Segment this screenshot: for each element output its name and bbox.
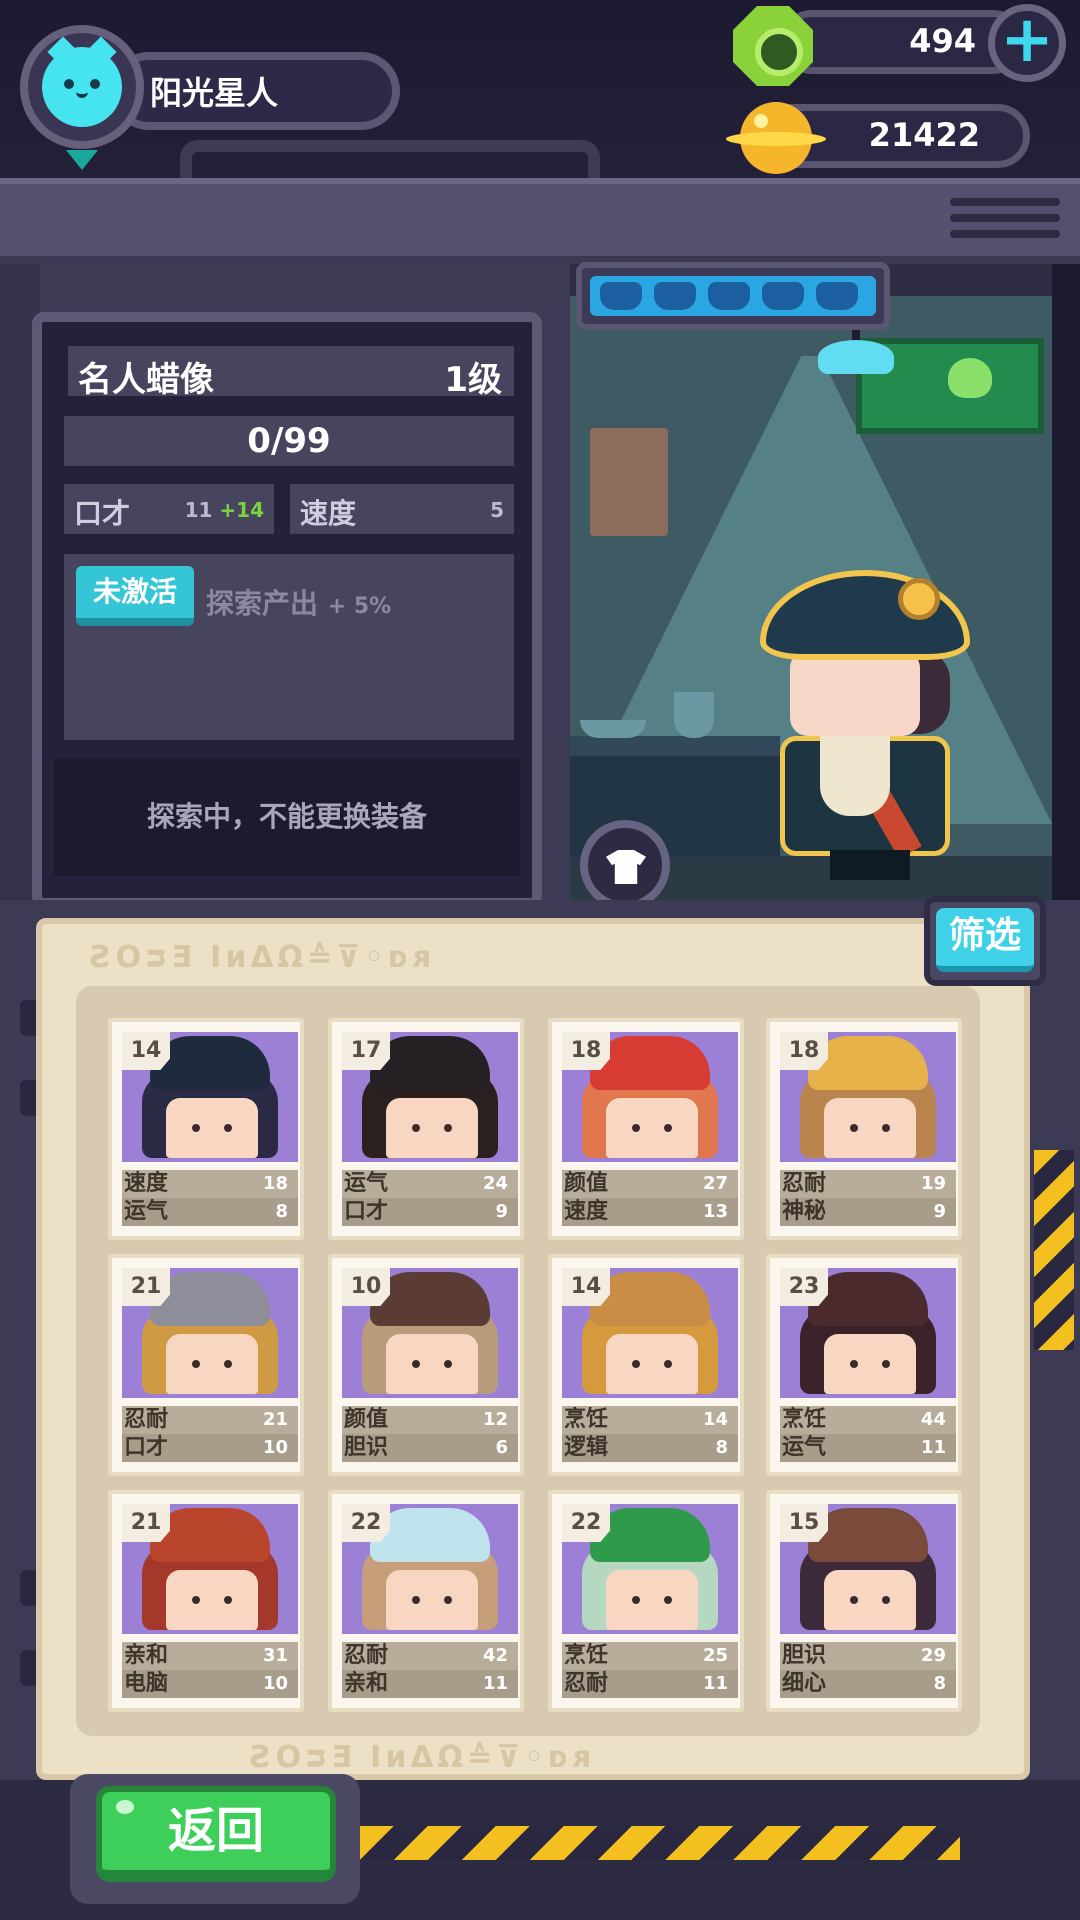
hazard-stripe-right	[1034, 1150, 1074, 1350]
character-stat-row: 逻辑 8	[562, 1434, 738, 1462]
character-level: 14	[562, 1268, 610, 1306]
skill-inactive-badge[interactable]: 未激活	[76, 566, 194, 626]
stat-eloquence: 口才 11 +14	[64, 484, 274, 534]
character-level: 21	[122, 1268, 170, 1306]
pipe-decoration	[180, 140, 600, 180]
cat-slot-icon	[816, 282, 858, 310]
player-name: 阳光星人	[150, 74, 279, 112]
add-gems-button[interactable]: +	[988, 4, 1066, 82]
back-button[interactable]: 返回	[96, 1786, 336, 1882]
stat-name: 速度	[300, 497, 357, 530]
character-stat-row: 运气 8	[122, 1198, 298, 1226]
napoleon-wax-figure	[750, 550, 980, 880]
character-stat-row: 忍耐 42	[342, 1642, 518, 1670]
character-stat-row: 忍耐 11	[562, 1670, 738, 1698]
character-stat-row: 电脑 10	[122, 1670, 298, 1698]
character-card[interactable]: 14 速度 18 运气 8	[108, 1018, 304, 1240]
character-level: 18	[780, 1032, 828, 1070]
character-level: 18	[562, 1032, 610, 1070]
cat-slot-icon	[762, 282, 804, 310]
plus-icon: +	[1000, 3, 1054, 77]
character-card[interactable]: 14 烹饪 14 逻辑 8	[548, 1254, 744, 1476]
character-stat-row: 颜值 27	[562, 1170, 738, 1198]
hazard-stripe-bottom	[360, 1826, 960, 1860]
character-stat-row: 烹饪 25	[562, 1642, 738, 1670]
character-card[interactable]: 17 运气 24 口才 9	[328, 1018, 524, 1240]
coin-amount: 21422	[868, 116, 980, 154]
item-title-row: 名人蜡像 1级	[68, 346, 514, 400]
cat-face-icon	[42, 36, 122, 127]
metal-frame-bar	[0, 178, 1080, 264]
gem-amount: 494	[909, 22, 976, 60]
character-stat-row: 烹饪 14	[562, 1406, 738, 1434]
player-avatar[interactable]	[20, 25, 144, 149]
character-level: 14	[122, 1032, 170, 1070]
gold-planet-coin-icon	[726, 102, 826, 174]
character-level: 15	[780, 1504, 828, 1542]
cat-slot-icon	[654, 282, 696, 310]
character-card[interactable]: 22 烹饪 25 忍耐 11	[548, 1490, 744, 1712]
equip-lock-notice: 探索中，不能更换装备	[54, 758, 520, 876]
character-stat-row: 烹饪 44	[780, 1406, 956, 1434]
item-info-panel: 名人蜡像 1级 0/99 口才 11 +14 速度 5 未激活 探索产出 + 5…	[32, 312, 542, 908]
character-card[interactable]: 21 忍耐 21 口才 10	[108, 1254, 304, 1476]
character-level: 22	[342, 1504, 390, 1542]
character-level: 23	[780, 1268, 828, 1306]
outfit-button[interactable]	[580, 820, 670, 910]
character-stat-row: 运气 11	[780, 1434, 956, 1462]
character-stat-row: 胆识 29	[780, 1642, 956, 1670]
character-level: 22	[562, 1504, 610, 1542]
character-stat-row: 忍耐 21	[122, 1406, 298, 1434]
avatar-pointer	[66, 150, 98, 170]
character-level: 21	[122, 1504, 170, 1542]
cat-slot-icon	[708, 282, 750, 310]
alien-glyphs-top: ƧOᴝƎ IᴎΔΩ≙⊽◦ᴅᴙ	[90, 940, 436, 975]
wall-note	[590, 428, 668, 536]
character-stat-row: 忍耐 19	[780, 1170, 956, 1198]
item-level: 1级	[444, 360, 502, 400]
ceiling-lamp	[818, 340, 894, 374]
character-card[interactable]: 18 颜值 27 速度 13	[548, 1018, 744, 1240]
character-stat-row: 速度 13	[562, 1198, 738, 1226]
character-stat-row: 口才 9	[342, 1198, 518, 1226]
stat-value: 11 +14	[184, 498, 264, 522]
skull-icon	[948, 358, 992, 398]
item-name: 名人蜡像	[78, 360, 214, 400]
energy-bar	[576, 262, 890, 330]
character-card[interactable]: 23 烹饪 44 运气 11	[766, 1254, 962, 1476]
character-card[interactable]: 22 忍耐 42 亲和 11	[328, 1490, 524, 1712]
green-gem-icon	[733, 6, 813, 86]
cat-slot-icon	[600, 282, 642, 310]
character-level: 17	[342, 1032, 390, 1070]
stat-name: 口才	[74, 497, 131, 530]
character-stat-row: 细心 8	[780, 1670, 956, 1698]
character-stat-row: 亲和 11	[342, 1670, 518, 1698]
character-stat-row: 胆识 6	[342, 1434, 518, 1462]
character-level: 10	[342, 1268, 390, 1306]
character-card[interactable]: 15 胆识 29 细心 8	[766, 1490, 962, 1712]
character-stat-row: 速度 18	[122, 1170, 298, 1198]
character-stat-row: 口才 10	[122, 1434, 298, 1462]
filter-button[interactable]: 筛选	[924, 896, 1046, 986]
character-stat-row: 神秘 9	[780, 1198, 956, 1226]
character-stat-row: 颜值 12	[342, 1406, 518, 1434]
skill-box: 未激活 探索产出 + 5%	[64, 554, 514, 740]
character-card[interactable]: 10 颜值 12 胆识 6	[328, 1254, 524, 1476]
filter-label: 筛选	[936, 908, 1034, 972]
character-card[interactable]: 21 亲和 31 电脑 10	[108, 1490, 304, 1712]
stat-value: 5	[490, 498, 504, 522]
character-stat-row: 亲和 31	[122, 1642, 298, 1670]
character-stat-row: 运气 24	[342, 1170, 518, 1198]
skill-description: 探索产出 + 5%	[206, 587, 392, 620]
character-card[interactable]: 18 忍耐 19 神秘 9	[766, 1018, 962, 1240]
shirt-icon	[606, 850, 646, 884]
item-progress: 0/99	[64, 416, 514, 466]
stat-speed: 速度 5	[290, 484, 514, 534]
alien-glyphs-bottom: ƧOᴝƎ IᴎΔΩ≙⊽◦ᴅᴙ	[250, 1740, 596, 1775]
